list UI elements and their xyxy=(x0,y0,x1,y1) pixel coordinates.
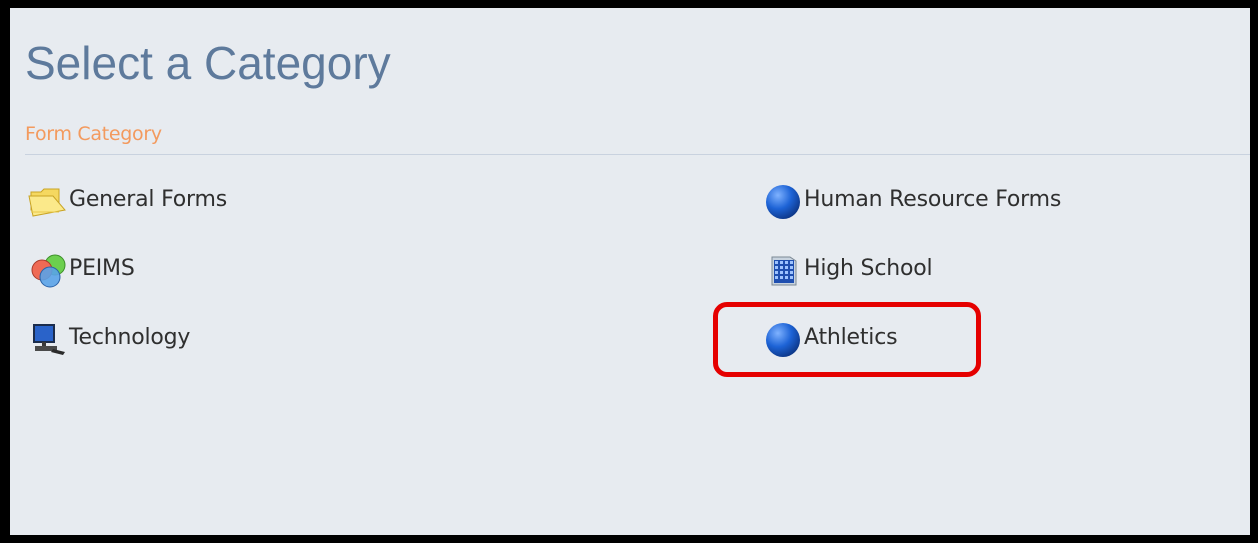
category-label: General Forms xyxy=(69,187,227,212)
category-label: Human Resource Forms xyxy=(804,187,1062,212)
category-technology[interactable]: Technology xyxy=(25,318,190,358)
highlight-box xyxy=(713,302,981,377)
globe-icon xyxy=(760,180,804,220)
section-label: Form Category xyxy=(25,123,162,145)
computer-icon xyxy=(25,318,69,358)
colored-circles-icon xyxy=(25,249,69,289)
category-high-school[interactable]: High School xyxy=(760,249,933,289)
category-peims[interactable]: PEIMS xyxy=(25,249,135,289)
page-title: Select a Category xyxy=(25,37,391,89)
category-general-forms[interactable]: General Forms xyxy=(25,180,227,220)
category-human-resource-forms[interactable]: Human Resource Forms xyxy=(760,180,1061,220)
building-icon xyxy=(760,249,804,289)
folder-icon xyxy=(25,180,69,220)
category-label: Technology xyxy=(69,325,191,350)
category-label: PEIMS xyxy=(69,256,135,281)
section-divider xyxy=(25,154,1250,155)
category-label: High School xyxy=(804,256,933,281)
category-panel: Select a Category Form Category General … xyxy=(10,8,1250,535)
